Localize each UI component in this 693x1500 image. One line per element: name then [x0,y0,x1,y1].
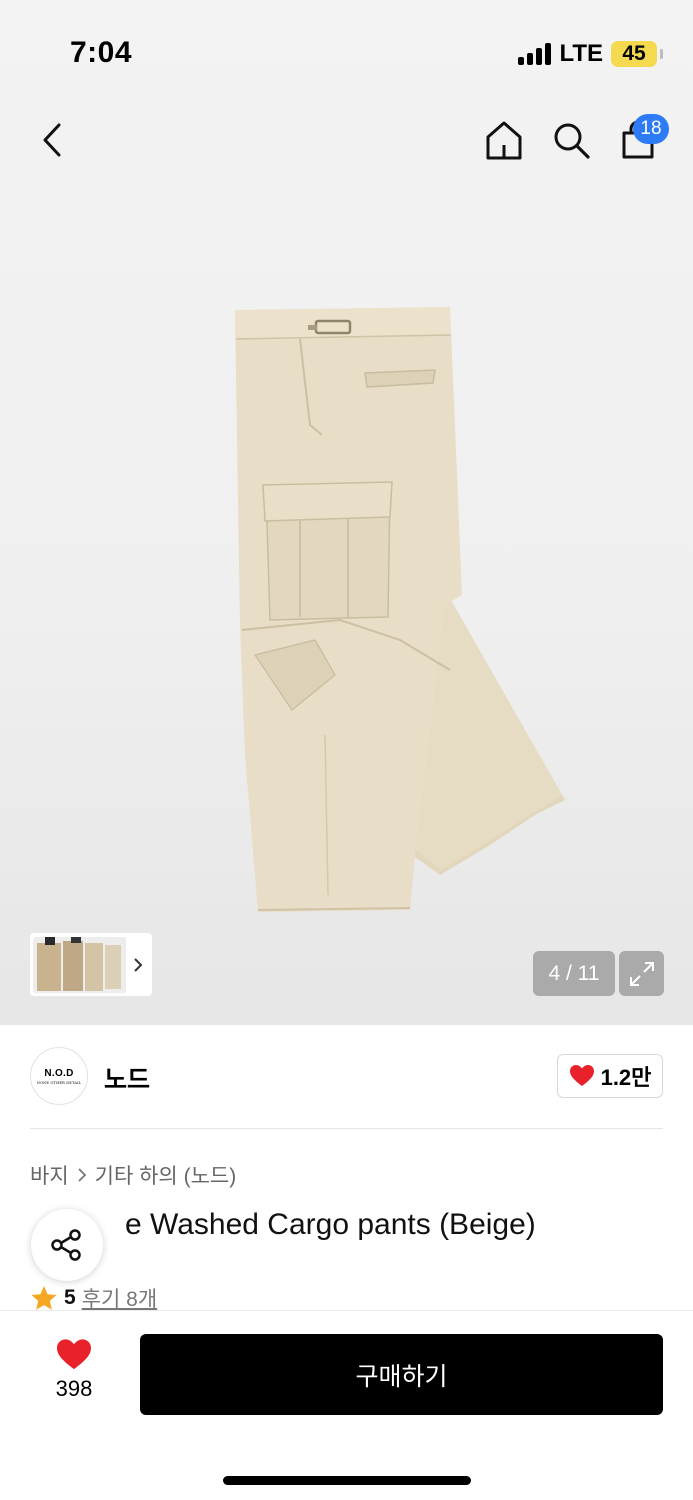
home-button[interactable] [482,118,526,162]
back-button[interactable] [32,118,72,162]
share-button[interactable] [31,1209,103,1281]
back-arrow-icon [43,123,61,157]
wishlist-button[interactable]: 398 [40,1338,108,1402]
home-indicator[interactable] [223,1476,471,1485]
wishlist-count: 398 [55,1376,93,1401]
breadcrumb-category[interactable]: 바지 [30,1160,69,1190]
product-title: e Washed Cargo pants (Beige) [30,1208,536,1242]
heart-icon [57,1339,91,1370]
divider [30,1128,663,1129]
expand-image-button[interactable] [619,951,664,996]
cart-count-badge: 18 [633,114,669,144]
search-icon [554,123,590,159]
rating-score: 5 [64,1286,76,1309]
breadcrumb: 바지 기타 하의 (노드) [30,1160,236,1190]
product-title-text: e Washed Cargo pants (Beige) [125,1208,536,1241]
brand-logo-text: N.O.D [44,1067,74,1079]
status-time: 7:04 [70,36,133,69]
search-button[interactable] [549,118,593,162]
share-icon [51,1229,81,1261]
thumbnail-image[interactable] [33,936,126,993]
brand-logo[interactable]: N.O.D NONE OTHER DETAIL [30,1047,88,1105]
heart-icon [569,1065,594,1086]
product-rating: 5 후기 8개 [30,1283,157,1313]
chevron-right-icon [78,1168,86,1182]
buy-button[interactable]: 구매하기 [140,1334,663,1415]
status-indicators: LTE 45 [518,40,663,68]
battery-level: 45 [622,42,646,65]
image-page-counter: 4 / 11 [533,951,615,996]
brand-like-count: 1.2만 [600,1065,652,1090]
color-thumbnail-strip[interactable] [30,933,152,996]
expand-icon [629,961,654,986]
brand-like-button[interactable]: 1.2만 [557,1054,663,1098]
battery-icon: 45 [611,41,663,67]
brand-name[interactable]: 노드 [104,1060,150,1096]
product-image[interactable] [200,295,580,920]
brand-logo-subtext: NONE OTHER DETAIL [36,1080,82,1085]
chevron-right-icon [126,937,150,993]
home-icon [486,121,522,160]
review-count-link[interactable]: 후기 8개 [82,1283,157,1313]
breadcrumb-subcategory[interactable]: 기타 하의 (노드) [95,1160,237,1190]
star-icon [31,1286,57,1310]
network-label: LTE [559,40,603,67]
signal-icon [518,43,552,65]
